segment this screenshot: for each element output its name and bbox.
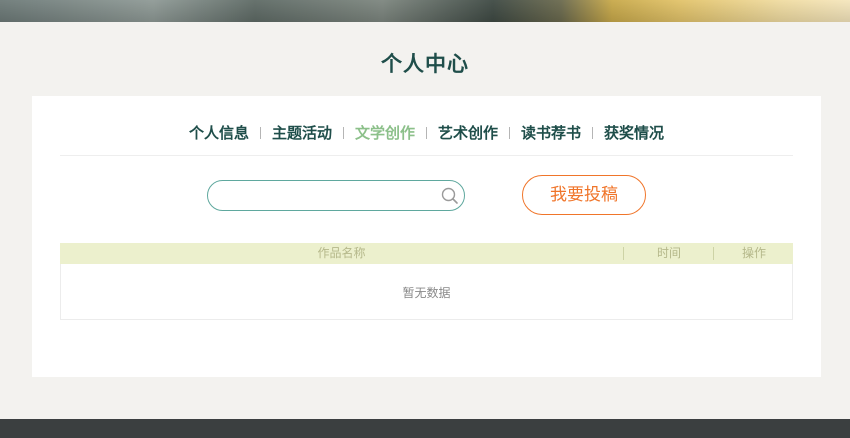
tab-divider bbox=[259, 127, 261, 139]
tab-personal-info[interactable]: 个人信息 bbox=[189, 122, 249, 144]
tab-bar: 个人信息 主题活动 文学创作 艺术创作 读书荐书 获奖情况 bbox=[60, 122, 793, 156]
tab-divider bbox=[509, 127, 511, 139]
table-header: 作品名称 时间 操作 bbox=[60, 243, 793, 264]
column-header-time: 时间 bbox=[623, 247, 714, 260]
works-table: 作品名称 时间 操作 暂无数据 bbox=[60, 243, 793, 320]
tab-divider bbox=[426, 127, 427, 139]
tab-art-creation[interactable]: 艺术创作 bbox=[438, 122, 498, 144]
tab-divider bbox=[592, 127, 594, 139]
page-footer bbox=[0, 419, 850, 438]
search-box bbox=[207, 180, 465, 211]
column-header-work-name: 作品名称 bbox=[317, 246, 366, 260]
tab-literary-creation[interactable]: 文学创作 bbox=[355, 122, 415, 144]
tab-awards[interactable]: 获奖情况 bbox=[604, 122, 664, 144]
empty-state-text: 暂无数据 bbox=[402, 286, 451, 300]
page-title: 个人中心 bbox=[381, 52, 469, 76]
tab-book-recommendations[interactable]: 读书荐书 bbox=[521, 122, 581, 144]
tab-theme-activities[interactable]: 主题活动 bbox=[272, 122, 332, 144]
header-banner-image bbox=[0, 0, 850, 22]
search-icon[interactable] bbox=[440, 186, 460, 206]
submit-work-button[interactable]: 我要投稿 bbox=[522, 175, 646, 215]
tab-divider bbox=[342, 127, 344, 139]
search-input[interactable] bbox=[220, 185, 434, 207]
column-header-actions: 操作 bbox=[713, 247, 794, 260]
content-card: 个人信息 主题活动 文学创作 艺术创作 读书荐书 获奖情况 我要投稿 作品名称 … bbox=[32, 96, 821, 377]
